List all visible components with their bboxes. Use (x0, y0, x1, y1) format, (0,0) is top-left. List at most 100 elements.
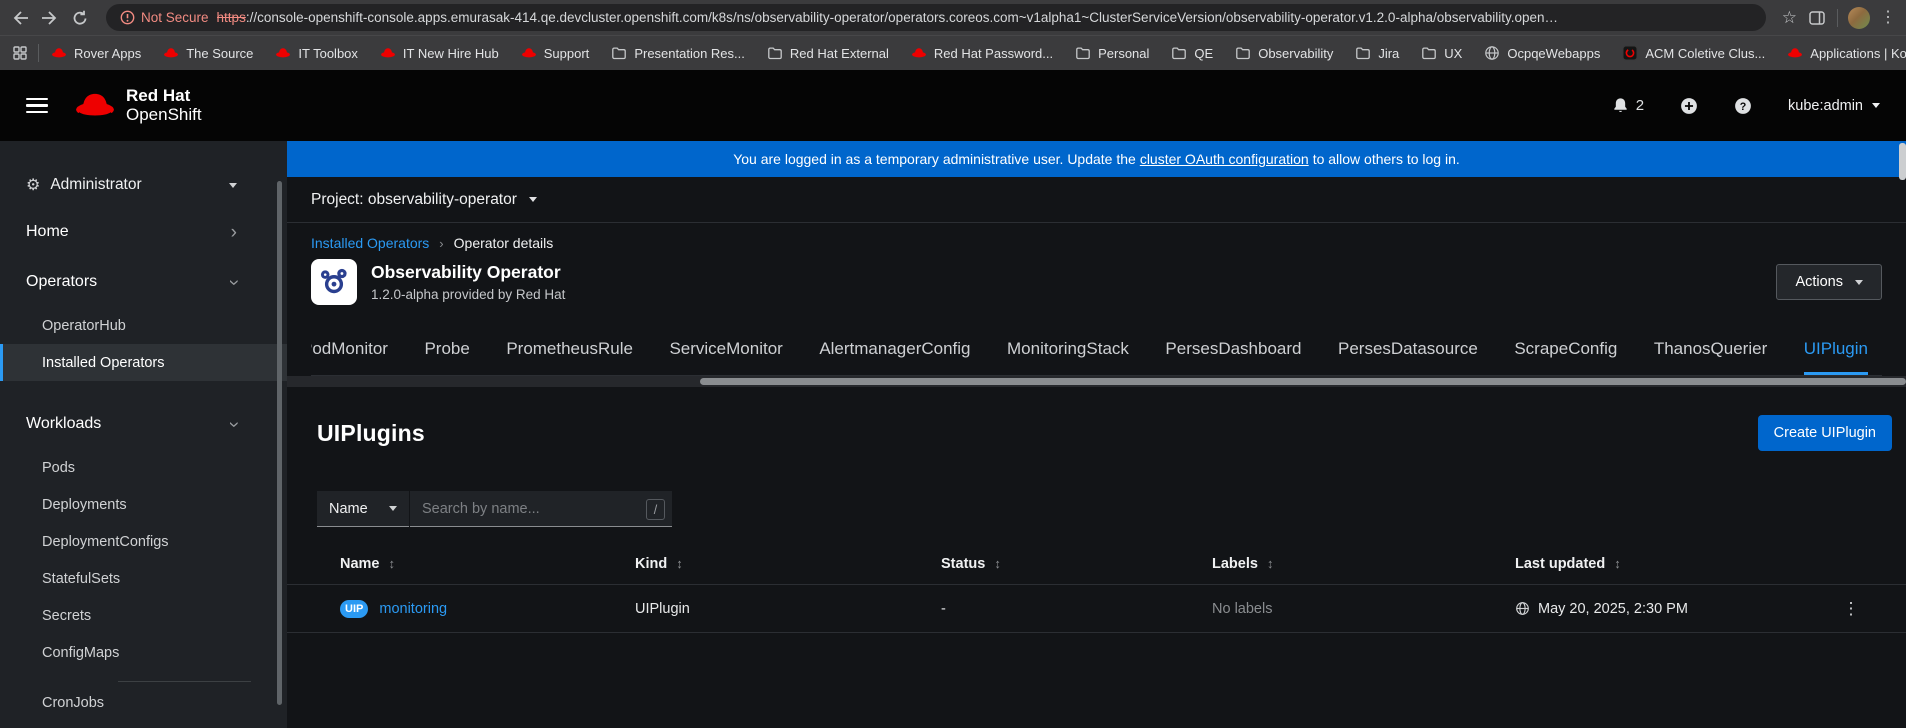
login-banner: You are logged in as a temporary adminis… (287, 141, 1906, 177)
tab-podmonitor[interactable]: PodMonitor (311, 339, 388, 375)
bookmark-support[interactable]: Support (521, 45, 589, 61)
browser-profile-avatar[interactable] (1848, 6, 1870, 29)
notification-count: 2 (1635, 97, 1645, 114)
brand-line1: Red Hat (126, 85, 191, 105)
tab-servicemonitor[interactable]: ServiceMonitor (669, 339, 782, 375)
svg-text:?: ? (1740, 101, 1747, 113)
row-name-link[interactable]: monitoring (379, 600, 447, 616)
column-header-labels[interactable]: Labels (1212, 556, 1258, 572)
filter-type-dropdown[interactable]: Name (317, 491, 409, 527)
bookmark-acm-coletive-clus[interactable]: ACM Coletive Clus... (1622, 45, 1765, 61)
globe-icon (1485, 46, 1500, 60)
redhat-icon (911, 48, 926, 58)
bookmark-ux[interactable]: UX (1421, 45, 1462, 61)
bookmark-observability[interactable]: Observability (1235, 45, 1333, 61)
folder-icon (1076, 47, 1090, 60)
brand-line2: OpenShift (126, 104, 202, 124)
app-launcher-icon[interactable] (1557, 96, 1576, 115)
sidebar-item-deploymentconfigs[interactable]: DeploymentConfigs (0, 523, 287, 560)
globe-icon (1516, 602, 1529, 615)
sidebar-item-pods[interactable]: Pods (0, 449, 287, 486)
tabs-scrollbar-thumb[interactable] (700, 378, 1906, 385)
warning-icon (120, 10, 135, 25)
browser-menu-icon[interactable]: ⋮ (1880, 9, 1896, 26)
sort-icon[interactable]: ↕ (1614, 556, 1621, 571)
tab-monitoringstack[interactable]: MonitoringStack (1007, 339, 1129, 375)
column-header-name[interactable]: Name (340, 556, 380, 572)
row-kebab-menu[interactable]: ⋮ (1796, 599, 1906, 619)
forward-icon[interactable] (40, 8, 60, 28)
user-menu[interactable]: kube:admin (1788, 98, 1880, 114)
folder-icon (612, 47, 627, 60)
bookmark-personal[interactable]: Personal (1075, 45, 1149, 61)
breadcrumb: Installed Operators › Operator details (311, 235, 1882, 251)
bookmark-it-toolbox[interactable]: IT Toolbox (275, 45, 358, 61)
sort-icon[interactable]: ↕ (1267, 556, 1274, 571)
oauth-config-link[interactable]: cluster OAuth configuration (1140, 151, 1309, 167)
apps-grid-icon[interactable] (12, 45, 28, 61)
bookmark-rover-apps[interactable]: Rover Apps (51, 45, 141, 61)
sidebar-item-home[interactable]: Home › (0, 207, 287, 257)
operator-logo (311, 259, 357, 305)
redhat-icon (521, 48, 536, 58)
sidebar-item-secrets[interactable]: Secrets (0, 597, 287, 634)
url-rest: ://console-openshift-console.apps.emuras… (245, 10, 1559, 25)
bookmark-ocpqewebapps[interactable]: OcpqeWebapps (1484, 45, 1600, 61)
tab-probe[interactable]: Probe (424, 339, 469, 375)
operator-subtitle: 1.2.0-alpha provided by Red Hat (371, 287, 566, 302)
tab-persesdatasource[interactable]: PersesDatasource (1338, 339, 1478, 375)
bookmark-it-new-hire-hub[interactable]: IT New Hire Hub (380, 45, 499, 61)
tab-prometheusrule[interactable]: PrometheusRule (506, 339, 633, 375)
observability-operator-icon (320, 268, 347, 294)
search-input[interactable] (410, 491, 672, 527)
address-bar[interactable]: Not Secure https://console-openshift-con… (106, 4, 1766, 31)
reload-icon[interactable] (70, 8, 90, 28)
bookmark-presentation-res[interactable]: Presentation Res... (611, 45, 745, 61)
back-icon[interactable] (10, 8, 30, 28)
breadcrumb-separator: › (439, 235, 444, 251)
perspective-switcher[interactable]: ⚙ Administrator (0, 163, 287, 207)
sidebar-item-cronjobs[interactable]: CronJobs (0, 684, 287, 721)
tab-scrapeconfig[interactable]: ScrapeConfig (1514, 339, 1617, 375)
brand-logo[interactable]: Red Hat OpenShift (74, 85, 202, 124)
tab-uiplugin[interactable]: UIPlugin (1803, 339, 1868, 375)
sort-icon[interactable]: ↕ (389, 556, 396, 571)
bookmark-red-hat-external[interactable]: Red Hat External (767, 45, 889, 61)
sidebar-item-operators[interactable]: Operators › (0, 257, 287, 307)
add-circle-icon[interactable] (1680, 97, 1698, 115)
help-circle-icon[interactable]: ? (1734, 97, 1752, 115)
bookmark-qe[interactable]: QE (1171, 45, 1213, 61)
bookmark-the-source[interactable]: The Source (163, 45, 253, 61)
sidebar-item-installed-operators[interactable]: Installed Operators (0, 344, 287, 381)
sidebar-scrollbar[interactable] (277, 181, 282, 705)
sidebar-item-deployments[interactable]: Deployments (0, 486, 287, 523)
sort-icon[interactable]: ↕ (994, 556, 1001, 571)
sidebar-item-operatorhub[interactable]: OperatorHub (0, 307, 287, 344)
project-selector[interactable]: Project: observability-operator (287, 177, 1906, 223)
column-header-status[interactable]: Status (941, 556, 985, 572)
sidebar-item-statefulsets[interactable]: StatefulSets (0, 560, 287, 597)
side-panel-icon[interactable] (1807, 8, 1827, 28)
sort-icon[interactable]: ↕ (676, 556, 683, 571)
tab-persesdashboard[interactable]: PersesDashboard (1165, 339, 1301, 375)
nav-toggle-icon[interactable] (26, 97, 48, 114)
page-header: Installed Operators › Operator details O… (287, 223, 1906, 376)
browser-toolbar: Not Secure https://console-openshift-con… (0, 0, 1906, 35)
page-scrollbar[interactable] (1899, 143, 1906, 180)
bookmark-red-hat-password[interactable]: Red Hat Password... (911, 45, 1053, 61)
tab-thanosquerier[interactable]: ThanosQuerier (1654, 339, 1767, 375)
bookmark-jira[interactable]: Jira (1355, 45, 1399, 61)
column-header-last-updated[interactable]: Last updated (1515, 556, 1605, 572)
actions-button[interactable]: Actions (1776, 264, 1882, 300)
sidebar-item-configmaps[interactable]: ConfigMaps (0, 634, 287, 671)
not-secure-chip[interactable]: Not Secure (120, 10, 209, 25)
bookmark-applications-konf[interactable]: Applications | Konf... (1787, 45, 1906, 61)
tab-alertmanagerconfig[interactable]: AlertmanagerConfig (819, 339, 970, 375)
bookmark-star-icon[interactable]: ☆ (1782, 8, 1797, 28)
sidebar-item-workloads[interactable]: Workloads › (0, 399, 287, 449)
security-label: Not Secure (141, 10, 209, 25)
breadcrumb-installed-operators[interactable]: Installed Operators (311, 235, 429, 251)
create-uiplugin-button[interactable]: Create UIPlugin (1757, 415, 1892, 451)
notifications-bell[interactable]: 2 (1612, 97, 1644, 114)
column-header-kind[interactable]: Kind (635, 556, 667, 572)
